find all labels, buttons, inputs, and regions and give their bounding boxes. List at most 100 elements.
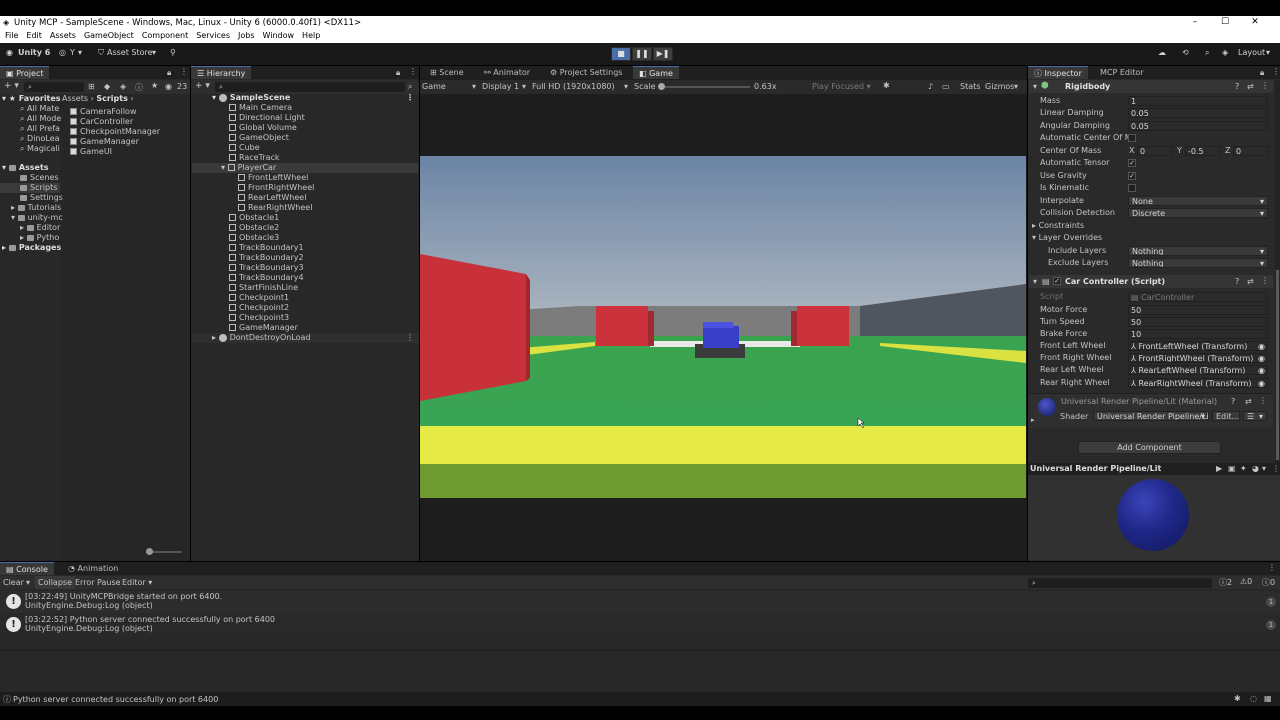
step-button[interactable]: ▶❚ <box>653 47 673 61</box>
hierarchy-item[interactable]: FrontRightWheel <box>192 183 418 193</box>
favorite-item[interactable]: ⌕ All Mode <box>20 114 61 124</box>
user-button[interactable]: Y <box>70 48 75 61</box>
more-icon[interactable]: ⋮ <box>180 67 188 76</box>
hierarchy-item-selected[interactable]: ▾ PlayerCar <box>192 163 418 173</box>
exclude-layers-dropdown[interactable]: Nothing <box>1128 258 1268 268</box>
folder-item[interactable]: Scenes <box>20 173 59 183</box>
object-picker-icon[interactable]: ◉ <box>1258 366 1265 374</box>
more-icon[interactable]: ⋮ <box>406 93 414 103</box>
game-mode-dropdown[interactable]: Game ▾ <box>422 82 476 91</box>
packages-node[interactable]: ▸ Packages <box>2 243 61 253</box>
audio-icon[interactable]: ♪ <box>928 82 933 91</box>
folder-item[interactable]: ▸ Tutorials <box>11 203 61 213</box>
search-mode-icon[interactable]: ⌕ <box>408 82 412 92</box>
hierarchy-item[interactable]: Global Volume <box>192 123 418 133</box>
scrollbar-thumb[interactable] <box>1276 270 1279 460</box>
favorite-item[interactable]: ⌕ Magicali <box>20 144 60 154</box>
dont-destroy-node[interactable]: ▸ DontDestroyOnLoad ⋮ <box>192 333 418 343</box>
search-icon[interactable]: ⌕ <box>1205 48 1209 61</box>
layout-button[interactable]: Layout <box>1238 48 1265 61</box>
clear-options-icon[interactable]: ▾ <box>26 578 30 587</box>
script-file[interactable]: CarController <box>70 117 133 127</box>
is-kinematic-checkbox[interactable] <box>1128 184 1136 192</box>
play-button[interactable]: ■ <box>611 47 631 61</box>
cache-icon[interactable]: ▦ <box>1264 694 1272 703</box>
hierarchy-item[interactable]: Checkpoint3 <box>192 313 418 323</box>
menu-services[interactable]: Services <box>196 31 230 40</box>
more-icon[interactable]: ⋮ <box>1272 464 1280 473</box>
auto-com-checkbox[interactable] <box>1128 134 1136 142</box>
play-focused-dropdown[interactable]: Play Focused ▾ <box>812 82 871 91</box>
layers-icon[interactable]: ◈ <box>1222 48 1228 61</box>
clear-button[interactable]: Clear <box>3 578 24 587</box>
warning-filter-button[interactable]: ⚠0 <box>1240 577 1252 586</box>
search-filter-icon[interactable]: ⊞ <box>88 82 95 91</box>
layer-overrides-foldout[interactable]: ▾ Layer Overrides <box>1032 233 1102 243</box>
tab-project[interactable]: ▣ Project <box>0 66 50 79</box>
hierarchy-item[interactable]: Checkpoint2 <box>192 303 418 313</box>
tab-game[interactable]: ◧ Game <box>633 66 679 79</box>
close-icon[interactable]: ✕ <box>1240 17 1270 27</box>
play-icon[interactable]: ▶ <box>1216 464 1222 473</box>
shader-dropdown[interactable]: Universal Render Pipeline/Lit <box>1093 411 1209 421</box>
tab-animation[interactable]: ◔ Animation <box>62 562 124 575</box>
interpolate-dropdown[interactable]: None <box>1128 196 1268 206</box>
folder-item[interactable]: ▾ unity-mc <box>11 213 63 223</box>
version-control-icon[interactable]: ⚲ <box>170 48 176 61</box>
hierarchy-item[interactable]: RearRightWheel <box>192 203 418 213</box>
hierarchy-item[interactable]: FrontLeftWheel <box>192 173 418 183</box>
rigidbody-header[interactable]: ▾ ⬢ Rigidbody ? ⇄ ⋮ <box>1029 80 1273 93</box>
component-enabled-checkbox[interactable]: ✓ <box>1053 277 1061 285</box>
asset-store-button[interactable]: Asset Store <box>107 48 153 61</box>
add-asset-button[interactable]: + ▾ <box>4 81 19 91</box>
hierarchy-item[interactable]: Obstacle3 <box>192 233 418 243</box>
hierarchy-item[interactable]: Cube <box>192 143 418 153</box>
slider-handle[interactable] <box>658 83 665 90</box>
tab-mcp-editor[interactable]: MCP Editor <box>1094 66 1150 79</box>
use-gravity-checkbox[interactable]: ✓ <box>1128 172 1136 180</box>
hierarchy-item[interactable]: TrackBoundary2 <box>192 253 418 263</box>
menu-component[interactable]: Component <box>142 31 188 40</box>
status-message[interactable]: Python server connected successfully on … <box>13 695 218 704</box>
light-icon[interactable]: ▣ <box>1228 464 1236 473</box>
front-right-wheel-field[interactable]: ⅄ FrontRightWheel (Transform) ◉ <box>1128 353 1268 363</box>
menu-help[interactable]: Help <box>302 31 320 40</box>
hierarchy-item[interactable]: RaceTrack <box>192 153 418 163</box>
tab-inspector[interactable]: ⓘ Inspector <box>1028 66 1088 79</box>
add-component-button[interactable]: Add Component <box>1078 441 1221 454</box>
favorite-item[interactable]: ⌕ All Mate <box>20 104 59 114</box>
hierarchy-item[interactable]: Directional Light <box>192 113 418 123</box>
project-search-input[interactable]: ⌕ <box>24 82 84 92</box>
preset-icon[interactable]: ⇄ <box>1247 82 1254 91</box>
collapse-button[interactable]: Collapse <box>35 576 75 589</box>
star-icon[interactable]: ★ <box>151 81 158 90</box>
tab-console[interactable]: ▤ Console <box>0 562 54 575</box>
assets-node[interactable]: ▾ Assets <box>2 163 49 173</box>
tab-scene[interactable]: ⊞ Scene <box>424 66 470 79</box>
angular-damping-field[interactable]: 0.05 <box>1128 121 1268 131</box>
more-icon[interactable]: ⋮ <box>1261 81 1269 90</box>
bug-icon[interactable]: ✱ <box>883 81 890 90</box>
hierarchy-item[interactable]: StartFinishLine <box>192 283 418 293</box>
constraints-foldout[interactable]: ▸ Constraints <box>1032 221 1084 231</box>
hierarchy-item[interactable]: TrackBoundary4 <box>192 273 418 283</box>
visibility-icon[interactable]: ◉ <box>165 82 172 91</box>
create-button[interactable]: + ▾ <box>195 81 210 91</box>
console-search-input[interactable]: ⌕ <box>1028 578 1212 588</box>
hierarchy-item[interactable]: RearLeftWheel <box>192 193 418 203</box>
include-layers-dropdown[interactable]: Nothing <box>1128 246 1268 256</box>
help-icon[interactable]: ? <box>1235 277 1239 286</box>
hierarchy-item[interactable]: GameObject <box>192 133 418 143</box>
auto-tensor-checkbox[interactable]: ✓ <box>1128 159 1136 167</box>
breadcrumb-assets[interactable]: Assets <box>62 94 88 103</box>
maximize-icon[interactable]: ☐ <box>1210 17 1240 27</box>
com-y-field[interactable]: -0.5 <box>1185 146 1221 156</box>
hierarchy-search-input[interactable]: ⌕ <box>215 82 405 92</box>
car-controller-header[interactable]: ▾ ▤ ✓ Car Controller (Script) ? ⇄ ⋮ <box>1029 275 1273 288</box>
editor-dropdown[interactable]: Editor ▾ <box>122 578 152 587</box>
menu-file[interactable]: File <box>5 31 18 40</box>
script-file[interactable]: GameUI <box>70 147 112 157</box>
more-icon[interactable]: ⋮ <box>1261 276 1269 285</box>
cloud-icon[interactable]: ☁ <box>1158 48 1166 61</box>
minimize-icon[interactable]: – <box>1180 17 1210 27</box>
